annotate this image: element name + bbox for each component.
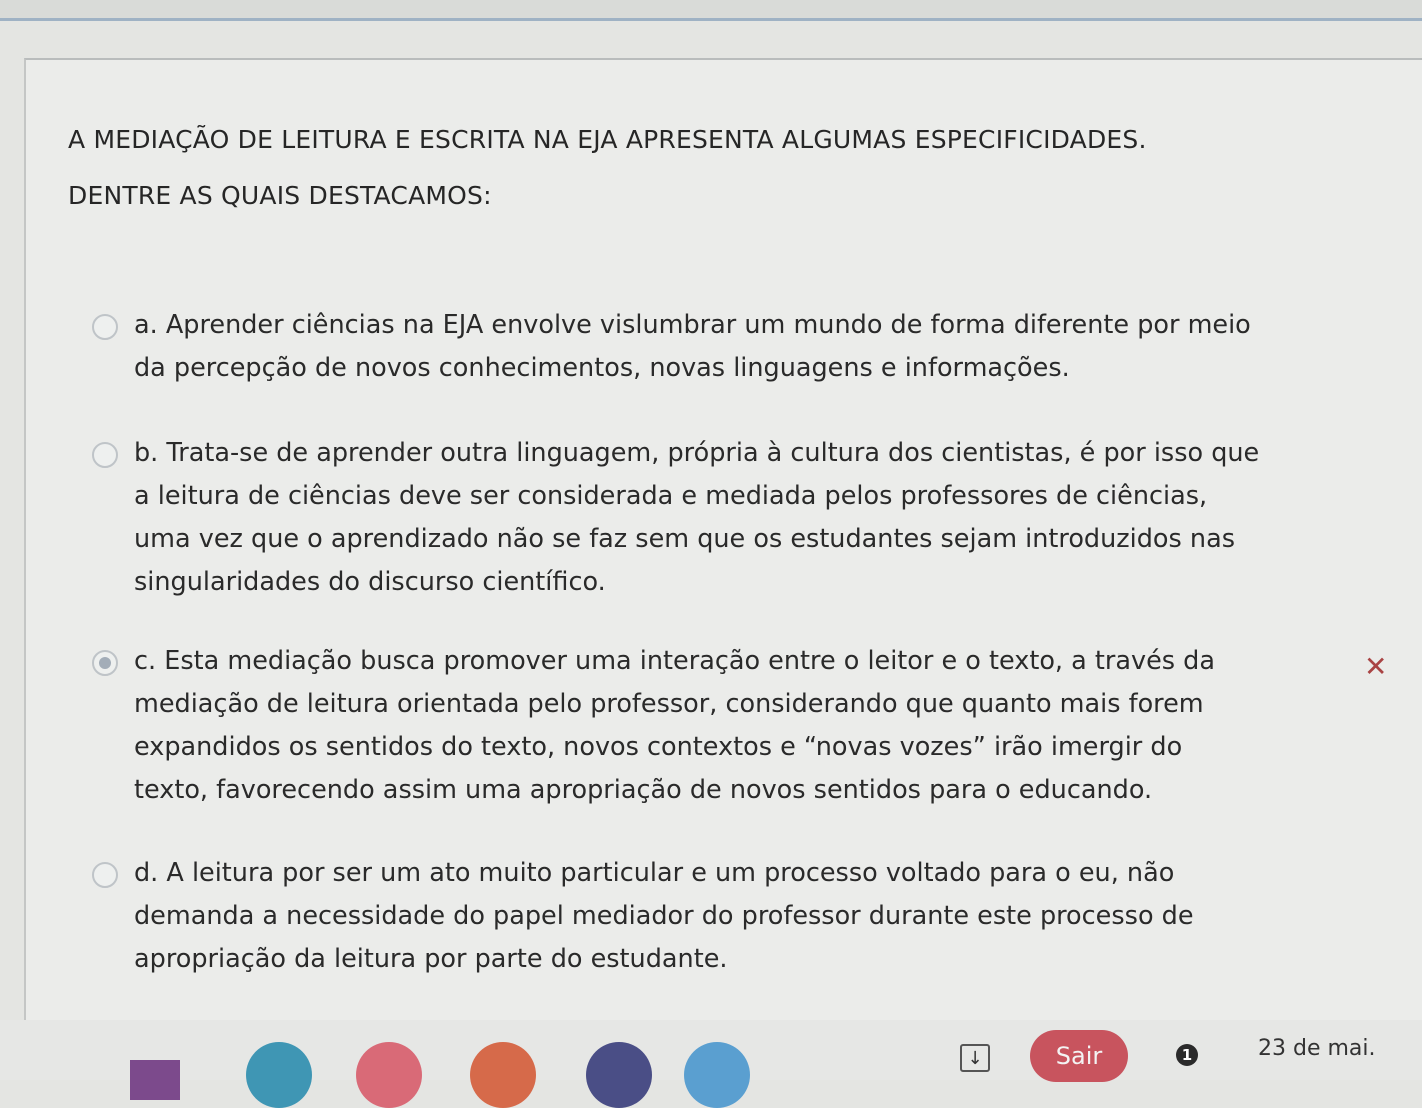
download-icon[interactable]: ↓: [960, 1044, 990, 1072]
option-b-line: uma vez que o aprendizado não se faz sem…: [134, 524, 1235, 554]
incorrect-x-icon: ✕: [1364, 650, 1388, 683]
option-b-line: b. Trata-se de aprender outra linguagem,…: [134, 438, 1260, 468]
files-icon[interactable]: [684, 1042, 750, 1108]
question-line-1: A MEDIAÇÃO DE LEITURA E ESCRITA NA EJA A…: [68, 125, 1147, 154]
option-c-line: expandidos os sentidos do texto, novos c…: [134, 732, 1183, 762]
question-text: A MEDIAÇÃO DE LEITURA E ESCRITA NA EJA A…: [68, 112, 1368, 224]
option-c-line: c. Esta mediação busca promover uma inte…: [134, 646, 1215, 676]
option-d-text: d. A leitura por ser um ato muito partic…: [134, 852, 1384, 981]
option-a-line: a. Aprender ciências na EJA envolve visl…: [134, 310, 1251, 340]
option-a-text: a. Aprender ciências na EJA envolve visl…: [134, 304, 1384, 390]
option-c-radio-selected[interactable]: [92, 650, 118, 676]
option-d-line: d. A leitura por ser um ato muito partic…: [134, 858, 1175, 888]
option-c-line: texto, favorecendo assim uma apropriação…: [134, 775, 1153, 805]
question-line-2: DENTRE AS QUAIS DESTACAMOS:: [68, 181, 492, 210]
taskbar-app-icon[interactable]: [130, 1060, 180, 1100]
option-a-line: da percepção de novos conhecimentos, nov…: [134, 353, 1070, 383]
option-b-radio[interactable]: [92, 442, 118, 468]
option-d-line: demanda a necessidade do papel mediador …: [134, 901, 1194, 931]
option-c-line: mediação de leitura orientada pelo profe…: [134, 689, 1204, 719]
option-d-line: apropriação da leitura por parte do estu…: [134, 944, 728, 974]
option-b-line: singularidades do discurso científico.: [134, 567, 606, 597]
option-d-radio[interactable]: [92, 862, 118, 888]
date-display[interactable]: 23 de mai.: [1258, 1036, 1376, 1061]
chrome-icon[interactable]: [470, 1042, 536, 1108]
option-b-text: b. Trata-se de aprender outra linguagem,…: [134, 432, 1384, 604]
option-b-line: a leitura de ciências deve ser considera…: [134, 481, 1208, 511]
browser-top-strip: [0, 0, 1422, 20]
option-a-radio[interactable]: [92, 314, 118, 340]
taskbar-app-icon[interactable]: [246, 1042, 312, 1108]
option-c-text: c. Esta mediação busca promover uma inte…: [134, 640, 1384, 812]
notification-badge-icon[interactable]: 1: [1176, 1044, 1198, 1066]
sair-button[interactable]: Sair: [1030, 1030, 1128, 1082]
taskbar-app-icon[interactable]: [586, 1042, 652, 1108]
taskbar-app-icon[interactable]: [356, 1042, 422, 1108]
top-divider: [0, 18, 1422, 21]
